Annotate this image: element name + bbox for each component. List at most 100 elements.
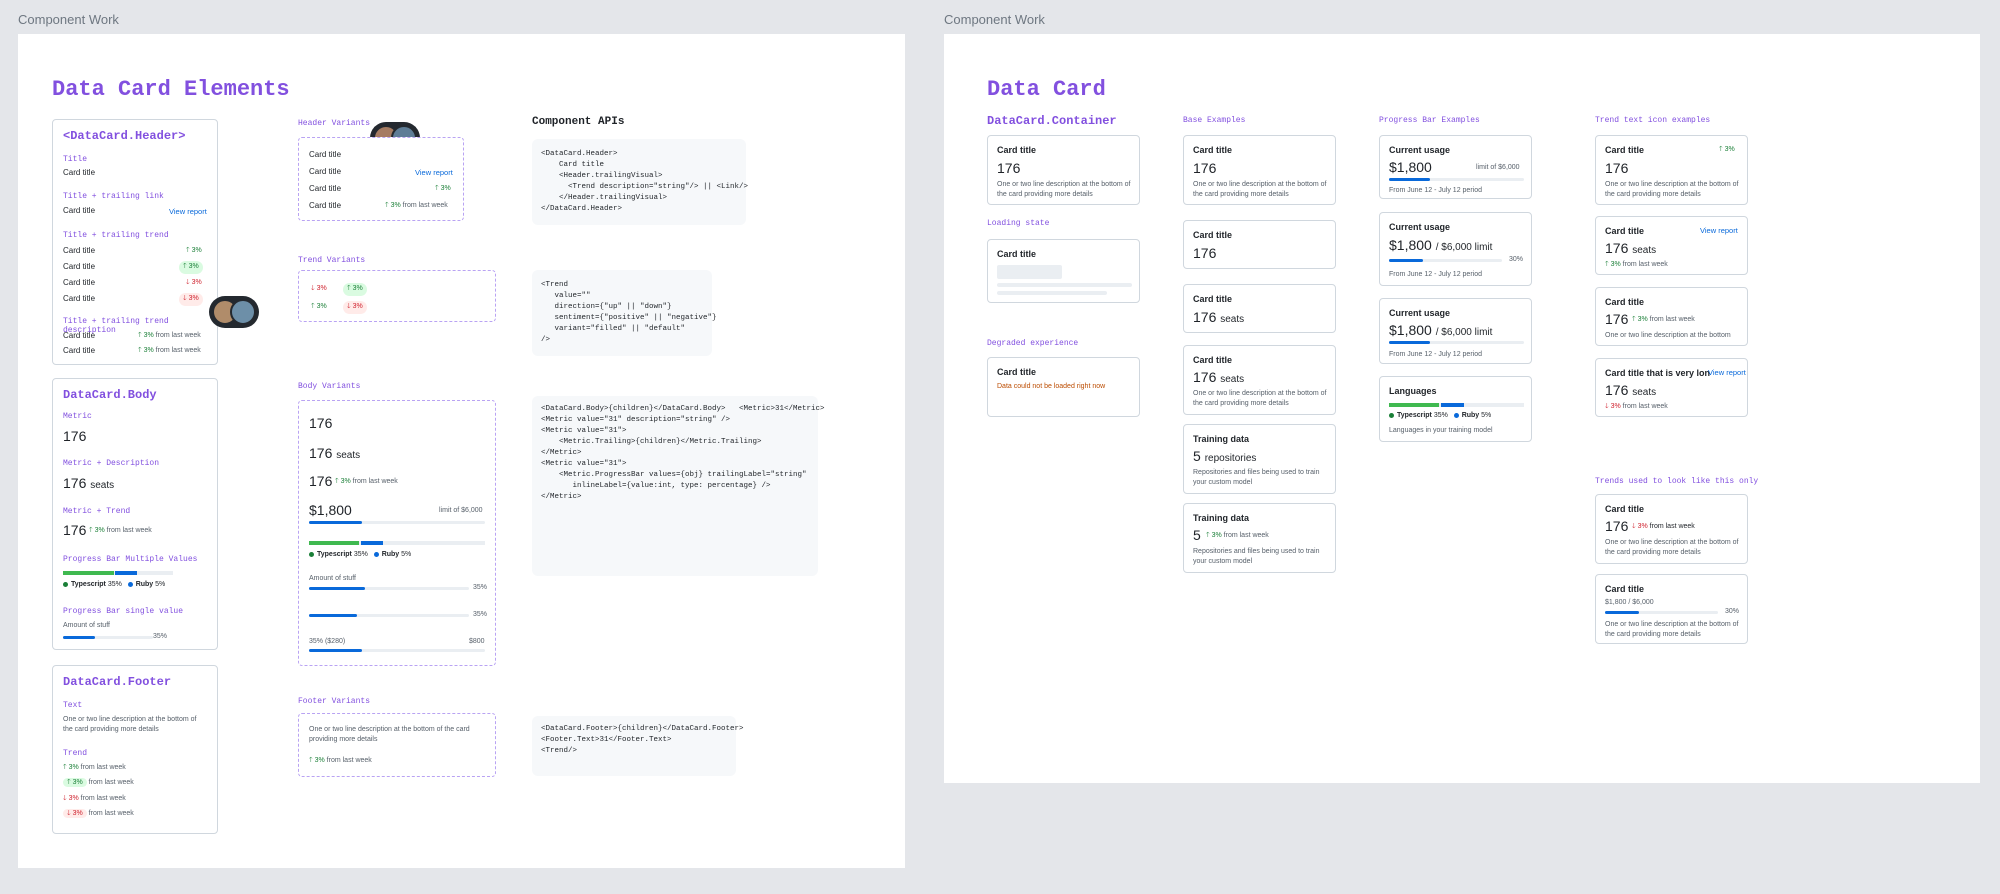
trend-with-desc: 🡑 3% from last week [63, 764, 126, 771]
arrow-up-icon: 🡑 [67, 779, 71, 786]
arrow-up-icon: 🡑 [335, 478, 339, 485]
legend-typescript: Typescript 35% [63, 581, 122, 588]
code-line: </Header.trailingVisual> [541, 194, 668, 202]
section-label: Degraded experience [987, 339, 1079, 348]
metric-value: 176 [1193, 245, 1217, 261]
data-card: Card title 176 🡑 3% from last week One o… [1595, 287, 1748, 346]
progress-segment-typescript [309, 541, 359, 545]
metric: 176 seats [1193, 309, 1245, 325]
progress-pct: 30% [1725, 608, 1740, 615]
trend-api-code: <Trend value="" direction={"up" || "down… [532, 270, 717, 356]
body-panel-title: DataCard.Body [63, 388, 157, 402]
card-title: Card title [309, 201, 342, 210]
arrow-up-icon: 🡑 [435, 185, 439, 192]
footer-text: One or two line description at the botto… [309, 726, 470, 743]
metric-value: 176 [1605, 518, 1629, 534]
metric: $1,800 / $6,000 limit [1389, 322, 1493, 338]
trend-with-desc: 🡑 3% from last week [1605, 261, 1668, 268]
trend-up-filled: 🡑 3% [343, 283, 367, 296]
card-description: One or two line description at the botto… [1605, 332, 1731, 339]
card-title: Training data [1193, 513, 1250, 523]
data-card: Card title 176 seats [1183, 284, 1336, 333]
metric-value: 176 [997, 160, 1021, 176]
metric: $1,800 / $6,000 limit [1389, 237, 1493, 253]
section-label: Title [63, 155, 88, 164]
trend-with-desc: 🡑 3% from last week [138, 332, 201, 339]
view-report-link[interactable]: View report [1700, 226, 1738, 235]
component-apis-title: Component APIs [532, 116, 625, 128]
progress-fill [309, 587, 365, 590]
card-description: One or two line description at the botto… [997, 181, 1131, 198]
footer-variants-box: One or two line description at the botto… [298, 713, 496, 777]
trend-with-desc: 🡑 3% from last week [138, 347, 201, 354]
code-line: Card title [541, 161, 605, 169]
progress-fill [1389, 259, 1423, 262]
card-title: Current usage [1389, 145, 1451, 155]
data-card: Training data 5 repositories Repositorie… [1183, 424, 1336, 494]
multi-progress-bar [1389, 403, 1524, 407]
header-panel-title: <DataCard.Header> [63, 129, 186, 143]
footer-panel: DataCard.Footer Text One or two line des… [52, 665, 218, 834]
card-footer-text: From June 12 - July 12 period [1389, 187, 1482, 194]
trend-filled-with-desc: 🡑 3% from last week [63, 778, 134, 789]
view-report-link[interactable]: View report [1708, 368, 1746, 377]
code-line: <DataCard.Header> [541, 150, 618, 158]
avatar [230, 299, 256, 325]
view-report-link[interactable]: View report [169, 207, 207, 216]
frame-label-right: Component Work [944, 12, 1045, 27]
card-title: Card title [63, 346, 96, 355]
progress-pct: 30% [1509, 256, 1524, 263]
trend-with-desc: 🡑 3% from last week [335, 478, 398, 485]
section-label: Trend [63, 749, 88, 758]
card-title: Card title [1605, 584, 1645, 594]
arrow-down-icon: 🡓 [63, 795, 67, 802]
trend-with-desc: 🡑 3% from last week [1206, 532, 1269, 539]
trend-down: 🡓 3% [311, 285, 327, 292]
data-card: Card title 176 [1183, 220, 1336, 269]
progress-legend: Typescript 35% Ruby 5% [309, 551, 411, 558]
card-description: Repositories and files being used to tra… [1193, 548, 1320, 565]
body-panel: DataCard.Body Metric 176 Metric + Descri… [52, 378, 218, 650]
data-card: Languages Typescript 35% Ruby 5% Languag… [1379, 376, 1532, 442]
data-card: Training data 5 🡑 3% from last week Repo… [1183, 503, 1336, 573]
multi-progress-bar [309, 541, 485, 545]
card-title: Card title [997, 249, 1037, 259]
card-title: Card title [1605, 504, 1645, 514]
frame-label-left: Component Work [18, 12, 119, 27]
progress-segment-ruby [115, 571, 137, 575]
code-line: </Metric> [541, 493, 582, 501]
header-variants-box: Card title Card title View report Card t… [298, 137, 464, 221]
progress-track [1389, 259, 1502, 262]
code-line: <Metric value="31"> [541, 460, 627, 468]
skeleton-line [997, 283, 1132, 287]
card-description: One or two line description at the botto… [1605, 621, 1739, 638]
trend-with-desc: 🡓 3% from last week [63, 795, 126, 802]
section-label: Trend text icon examples [1595, 116, 1711, 125]
section-label: Text [63, 701, 83, 710]
section-label: Metric + Description [63, 459, 160, 468]
progress-track [63, 636, 153, 639]
section-label: Trends used to look like this only [1595, 477, 1759, 486]
card-description: One or two line description at the botto… [1605, 181, 1739, 198]
collaborator-avatars[interactable] [209, 296, 259, 328]
metric: 176 seats [1193, 369, 1245, 385]
metric-value: 176 [309, 415, 333, 431]
arrow-down-icon: 🡓 [183, 295, 187, 302]
card-title: Card title [1193, 230, 1233, 240]
progress-segment-typescript [63, 571, 114, 575]
progress-fill [63, 636, 95, 639]
card-title: Card title [63, 331, 96, 340]
card-title: Card title [1605, 297, 1645, 307]
section-label: Title + trailing trend [63, 231, 169, 240]
metric-value: 176 [63, 428, 87, 444]
metric-value: 176 [1193, 160, 1217, 176]
page-title: Data Card [987, 77, 1106, 102]
legend-ruby: Ruby 5% [373, 551, 411, 558]
trend-down: 🡓 3% [186, 279, 202, 286]
code-line: </Metric> [541, 449, 582, 457]
view-report-link[interactable]: View report [415, 168, 453, 177]
progress-fill [309, 649, 362, 652]
progress-fill [309, 614, 357, 617]
code-line: inlineLabel={value:int, type: percentage… [541, 482, 771, 490]
code-line: direction={"up" || "down"} [541, 303, 672, 311]
